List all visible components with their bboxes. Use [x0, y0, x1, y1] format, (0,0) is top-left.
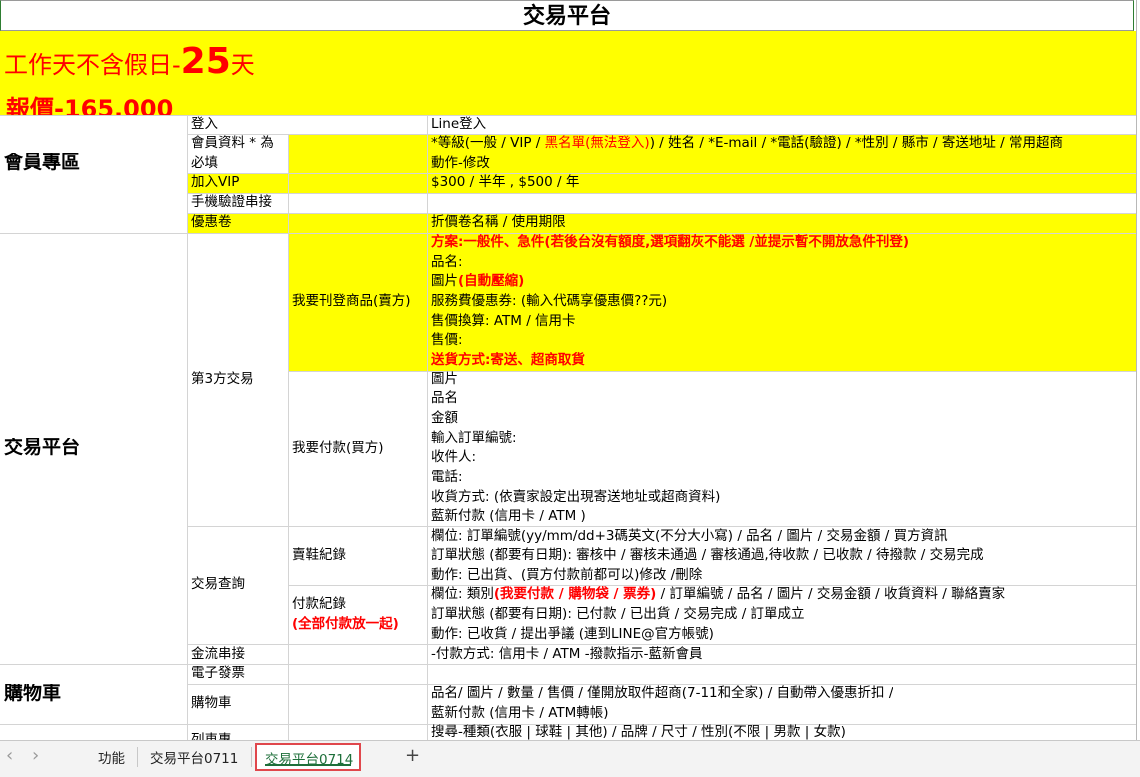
quote-banner: 工作天不含假日-25天 報價-165,000	[0, 31, 1136, 115]
login-value[interactable]: Line登入	[431, 115, 486, 135]
sale-record-line[interactable]: 動作: 已出貨、(買方付款前都可以)修改 /刪除	[431, 566, 702, 586]
profile-label-2: 必填	[191, 155, 218, 171]
pay-record-fields[interactable]: 欄位: 類別(我要付款 / 購物袋 / 票券) / 訂單編號 / 品名 / 圖片…	[431, 585, 1005, 605]
list-value[interactable]: 搜尋-種類(衣服 | 球鞋 | 其他) / 品牌 / 尺寸 / 性別(不限 | …	[431, 723, 846, 740]
sale-record-label[interactable]: 賣鞋紀錄	[292, 546, 346, 566]
pay-line[interactable]: 收件人:	[431, 448, 476, 468]
coupon-label[interactable]: 優惠卷	[191, 213, 232, 233]
active-tab-underline	[265, 764, 351, 766]
work-days-suffix: 天	[230, 51, 255, 79]
auto-compress-note: (自動壓縮)	[458, 273, 525, 289]
pay-record-category-note: (我要付款 / 購物袋 / 票券)	[493, 586, 657, 602]
sell-image-label: 圖片	[431, 273, 458, 289]
grid-line	[187, 173, 1136, 174]
sell-label[interactable]: 我要刊登商品(賣方)	[292, 292, 411, 312]
section-trade[interactable]: 交易平台	[4, 438, 80, 458]
phone-verify-label[interactable]: 手機驗證串接	[191, 193, 272, 213]
pay-record-label[interactable]: 付款紀錄	[292, 595, 346, 615]
cart-label[interactable]: 購物車	[191, 694, 232, 714]
grid-line	[288, 134, 289, 740]
grid-line	[187, 213, 1136, 214]
profile-action[interactable]: 動作-修改	[431, 154, 490, 174]
profile-fields-b: ) / 姓名 / *E-mail / *電話(驗證) / *性別 / 縣市 / …	[649, 135, 1063, 151]
pay-line[interactable]: 電話:	[431, 468, 463, 488]
query-label[interactable]: 交易查詢	[191, 575, 245, 595]
sale-record-line[interactable]: 訂單狀態 (都要有日期): 審核中 / 審核未通過 / 審核通過,待收款 / 已…	[431, 546, 984, 566]
grid-line	[288, 371, 1136, 372]
section-cart[interactable]: 購物車	[4, 684, 61, 704]
pay-line[interactable]: 圖片	[431, 370, 458, 390]
pay-line[interactable]: 藍新付款 (信用卡 / ATM )	[431, 507, 586, 527]
chevron-right-icon[interactable]: ›	[32, 745, 39, 766]
invoice-label[interactable]: 電子發票	[191, 664, 245, 684]
blacklist-note: 黑名單(無法登入)	[544, 135, 650, 151]
grid-line	[427, 115, 428, 740]
grid-line	[187, 115, 188, 740]
section-member[interactable]: 會員專區	[4, 153, 80, 173]
pay-line[interactable]: 輸入訂單編號:	[431, 429, 517, 449]
pay-record-fields-b: / 訂單編號 / 品名 / 圖片 / 交易金額 / 收貨資料 / 聯絡賣家	[656, 586, 1006, 602]
grid-line	[0, 115, 1136, 116]
tab-divider	[251, 747, 252, 767]
list-label[interactable]: 列車專	[191, 731, 232, 740]
pay-record-fields-a: 欄位: 類別	[431, 586, 494, 602]
sale-record-line[interactable]: 欄位: 訂單編號(yy/mm/dd+3碼英文(不分大小寫) / 品名 / 圖片 …	[431, 527, 948, 547]
sell-coupon[interactable]: 服務費優惠券: (輸入代碼享優惠價??元)	[431, 292, 667, 312]
sell-image[interactable]: 圖片(自動壓縮)	[431, 272, 524, 292]
sell-name[interactable]: 品名:	[431, 253, 463, 273]
cart-line-1[interactable]: 品名/ 圖片 / 數量 / 售價 / 僅開放取件超商(7-11和全家) / 自動…	[431, 684, 893, 704]
cashflow-value[interactable]: -付款方式: 信用卡 / ATM -撥款指示-藍新會員	[431, 645, 702, 665]
pay-record-note: (全部付款放一起)	[292, 616, 399, 632]
sheet-tab-bar: ‹ › 功能 交易平台0711 交易平台0714 +	[0, 740, 1140, 777]
work-days-text: 工作天不含假日-25天	[4, 41, 255, 82]
sell-conversion[interactable]: 售價換算: ATM / 信用卡	[431, 312, 576, 332]
cart-line-2[interactable]: 藍新付款 (信用卡 / ATM轉帳)	[431, 704, 609, 724]
pay-line[interactable]: 收貨方式: (依賣家設定出現寄送地址或超商資料)	[431, 488, 720, 508]
pay-label[interactable]: 我要付款(買方)	[292, 439, 384, 459]
login-label[interactable]: 登入	[191, 115, 218, 135]
chevron-left-icon[interactable]: ‹	[6, 745, 13, 766]
pay-line[interactable]: 品名	[431, 389, 458, 409]
coupon-row-highlight	[187, 213, 1136, 233]
window-edge	[1136, 0, 1140, 740]
tab-trade-0711[interactable]: 交易平台0711	[150, 747, 238, 767]
cashflow-label[interactable]: 金流串接	[191, 645, 245, 665]
pay-record-status[interactable]: 訂單狀態 (都要有日期): 已付款 / 已出貨 / 交易完成 / 訂單成立	[431, 605, 805, 625]
sheet-title: 交易平台	[0, 0, 1134, 31]
pay-record-action[interactable]: 動作: 已收貨 / 提出爭議 (連到LINE@官方帳號)	[431, 625, 714, 645]
sell-shipping[interactable]: 送貨方式:寄送、超商取貨	[431, 351, 585, 371]
tab-divider	[137, 747, 138, 767]
profile-fields[interactable]: *等級(一般 / VIP / 黑名單(無法登入)) / 姓名 / *E-mail…	[431, 134, 1063, 154]
tab-functions[interactable]: 功能	[98, 747, 125, 767]
tab-trade-0714[interactable]: 交易平台0714	[255, 743, 361, 771]
grid-line	[187, 193, 1136, 194]
vip-value[interactable]: $300 / 半年 , $500 / 年	[431, 173, 579, 193]
work-days-prefix: 工作天不含假日-	[4, 51, 181, 79]
profile-fields-a: *等級(一般 / VIP /	[431, 135, 545, 151]
sell-plan[interactable]: 方案:一般件、急件(若後台沒有額度,選項翻灰不能選 /並提示暫不開放急件刊登)	[431, 233, 909, 253]
coupon-value[interactable]: 折價卷名稱 / 使用期限	[431, 213, 566, 233]
sell-price[interactable]: 售價:	[431, 331, 463, 351]
spreadsheet-grid[interactable]: 交易平台 工作天不含假日-25天 報價-165,000 會員專區 交易平台 購物…	[0, 0, 1136, 740]
add-sheet-icon[interactable]: +	[405, 745, 420, 766]
pay-line[interactable]: 金額	[431, 409, 458, 429]
vip-row-highlight	[187, 173, 1136, 193]
quote-price: 報價-165,000	[6, 95, 174, 115]
vip-label[interactable]: 加入VIP	[191, 173, 239, 193]
sell-row-highlight	[288, 233, 1136, 371]
work-days-number: 25	[180, 41, 231, 82]
third-party-label[interactable]: 第3方交易	[191, 370, 254, 390]
profile-label-1[interactable]: 會員資料 * 為	[191, 134, 274, 154]
